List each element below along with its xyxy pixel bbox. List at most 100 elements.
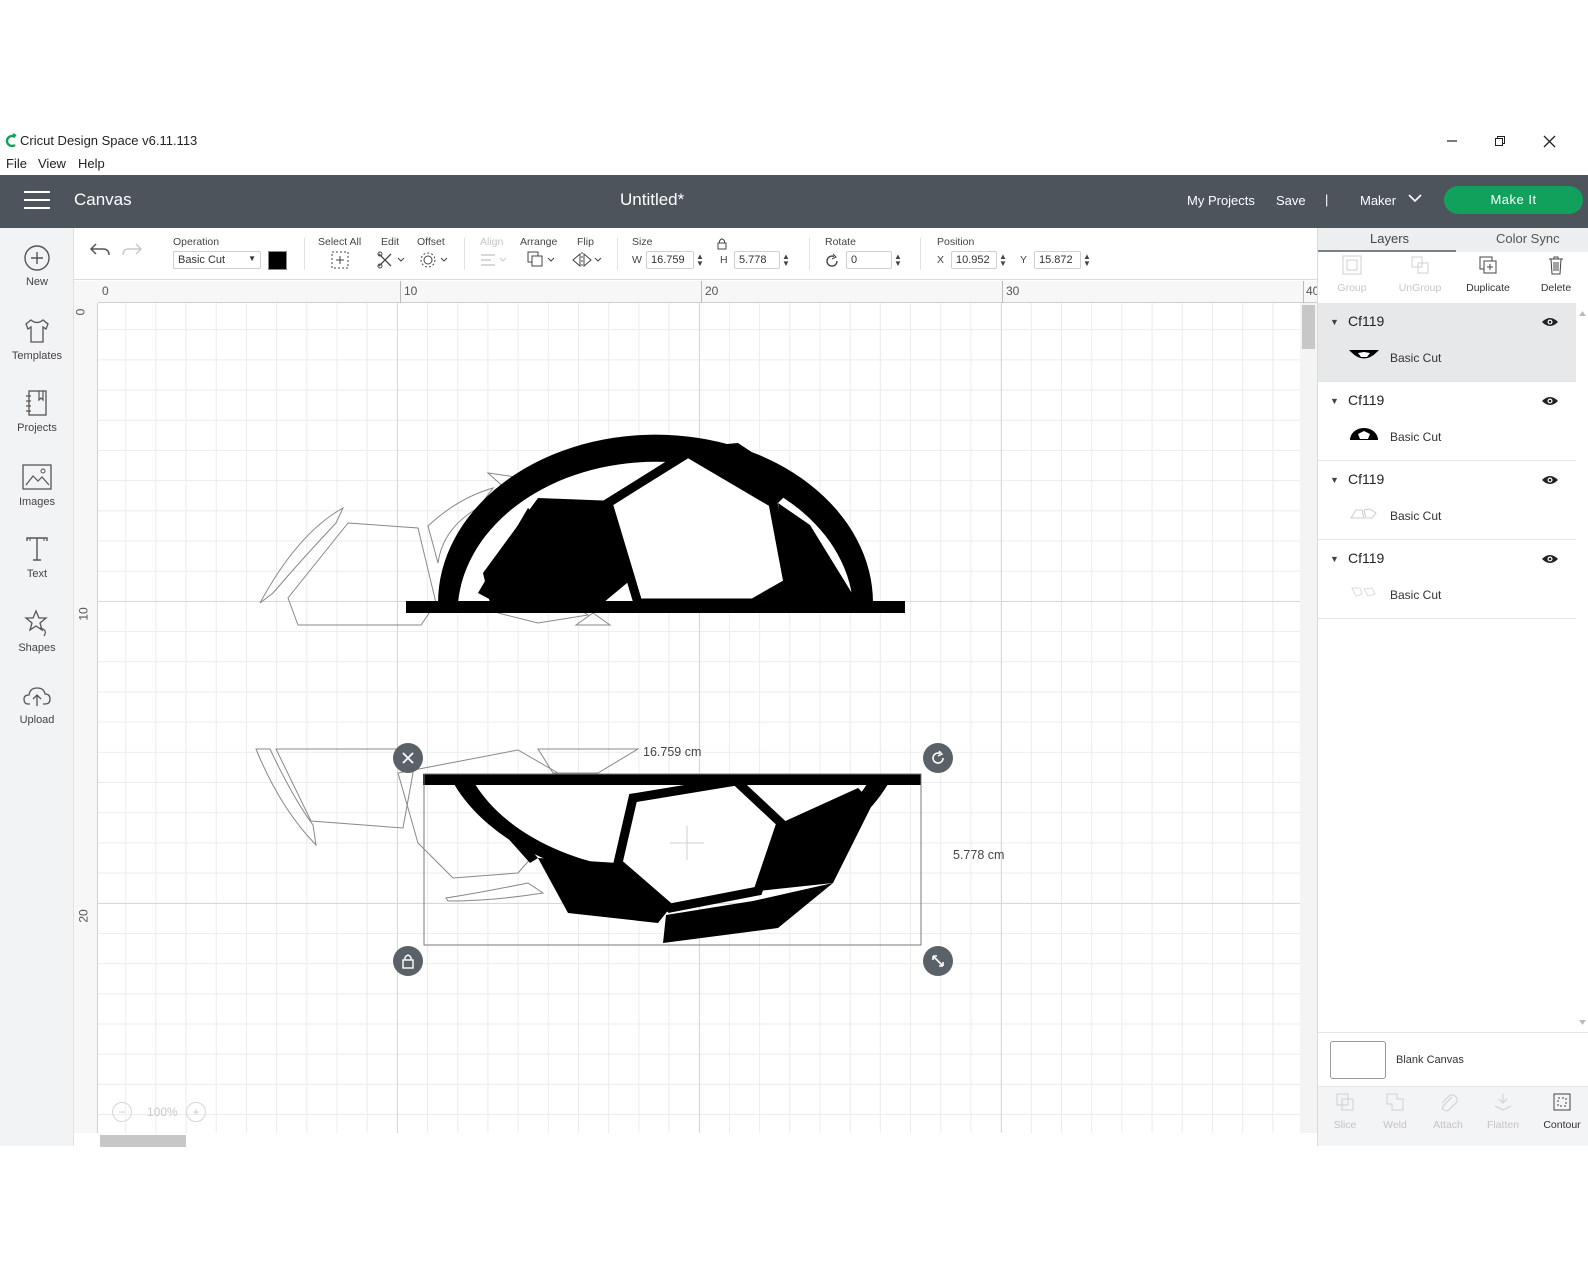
ruler-tick-label: 20 — [705, 284, 719, 298]
machine-selector[interactable]: Maker — [1360, 193, 1396, 208]
make-it-button[interactable]: Make It — [1444, 186, 1583, 214]
rotate-input[interactable]: 0 — [846, 251, 892, 269]
restore-window-button[interactable] — [1485, 130, 1515, 152]
zoom-out-button[interactable]: − — [112, 1102, 132, 1122]
attach-button: Attach — [1421, 1091, 1475, 1131]
flip-icon[interactable] — [571, 250, 603, 270]
menu-view[interactable]: View — [38, 156, 66, 171]
x-stepper[interactable]: ▲ ▼ — [999, 253, 1007, 268]
layer-row[interactable]: ▼ Cf119 Basic Cut — [1318, 382, 1576, 461]
notebook-icon — [26, 390, 47, 416]
design-canvas[interactable]: 16.759 cm 5.778 cm — [98, 303, 1300, 1133]
ruler-tick-label: 10 — [76, 607, 91, 621]
menu-file[interactable]: File — [6, 156, 27, 171]
nav-projects[interactable]: Projects — [0, 388, 74, 434]
group-icon — [1342, 255, 1362, 275]
visibility-eye-icon[interactable] — [1541, 395, 1559, 407]
toolbar-divider — [464, 238, 465, 270]
width-input[interactable]: 16.759 — [646, 251, 694, 269]
ruler-tick-label: 0 — [73, 308, 88, 316]
layer-row[interactable]: ▼ Cf119 Basic Cut — [1318, 540, 1576, 619]
minimize-icon — [1447, 140, 1457, 142]
hamburger-menu-icon[interactable] — [24, 191, 50, 211]
rotate-handle[interactable] — [923, 743, 953, 773]
menu-help[interactable]: Help — [78, 156, 105, 171]
y-position-input[interactable]: 15.872 — [1034, 251, 1081, 269]
soccer-ball-top-half — [406, 434, 905, 613]
flip-label: Flip — [577, 236, 594, 248]
menu-bar: File View Help — [0, 154, 600, 174]
undo-icon[interactable] — [88, 240, 112, 260]
offset-icon[interactable] — [419, 250, 449, 270]
canvas-vertical-scrollbar[interactable] — [1300, 303, 1317, 1133]
ungroup-icon — [1411, 256, 1429, 274]
expand-caret-icon[interactable]: ▼ — [1330, 475, 1339, 485]
resize-handle[interactable] — [923, 946, 953, 976]
height-input[interactable]: 5.778 — [734, 251, 780, 269]
height-stepper[interactable]: ▲ ▼ — [782, 253, 790, 268]
design-artwork[interactable] — [98, 303, 1300, 1133]
chevron-down-icon[interactable] — [1408, 193, 1422, 203]
expand-caret-icon[interactable]: ▼ — [1330, 554, 1339, 564]
plus-circle-icon — [24, 245, 50, 271]
delete-handle[interactable] — [393, 743, 423, 773]
ruler-tick-label: 30 — [1006, 284, 1020, 298]
contour-button[interactable]: Contour — [1535, 1091, 1588, 1131]
contour-icon — [1553, 1093, 1571, 1111]
nav-shapes[interactable]: Shapes — [0, 608, 74, 654]
canvas-color-swatch[interactable] — [1330, 1041, 1386, 1079]
operation-color-swatch[interactable] — [268, 251, 287, 270]
image-icon — [22, 464, 52, 490]
lock-icon — [402, 954, 414, 969]
toolbar-divider — [617, 238, 618, 270]
align-icon — [481, 254, 507, 266]
nav-upload[interactable]: Upload — [0, 682, 74, 726]
canvas-horizontal-scrollbar[interactable] — [100, 1135, 186, 1147]
app-title: Cricut Design Space v6.11.113 — [20, 133, 198, 148]
layer-name: Cf119 — [1348, 313, 1385, 329]
expand-caret-icon[interactable]: ▼ — [1330, 317, 1339, 327]
visibility-eye-icon[interactable] — [1541, 553, 1559, 565]
nav-new[interactable]: New — [0, 244, 74, 288]
delete-button[interactable]: Delete — [1522, 254, 1588, 294]
duplicate-button[interactable]: Duplicate — [1454, 254, 1522, 294]
x-label: X — [937, 254, 945, 266]
lock-ratio-icon[interactable] — [716, 237, 728, 250]
panel-bottom-tools: Slice Weld Attach Flatten Contour — [1318, 1086, 1588, 1146]
arrange-icon[interactable] — [526, 250, 556, 270]
rotate-handle-icon — [932, 750, 944, 764]
y-stepper[interactable]: ▲ ▼ — [1083, 253, 1091, 268]
group-label: Group — [1337, 282, 1367, 294]
layer-operation: Basic Cut — [1390, 351, 1442, 365]
my-projects-link[interactable]: My Projects — [1187, 193, 1255, 208]
tab-color-sync[interactable]: Color Sync — [1496, 231, 1560, 246]
width-stepper[interactable]: ▲ ▼ — [696, 253, 704, 268]
visibility-eye-icon[interactable] — [1541, 316, 1559, 328]
x-position-input[interactable]: 10.952 — [951, 251, 997, 269]
nav-text[interactable]: Text — [0, 534, 74, 580]
expand-caret-icon[interactable]: ▼ — [1330, 396, 1339, 406]
layer-row[interactable]: ▼ Cf119 Basic Cut — [1318, 461, 1576, 540]
layer-row[interactable]: ▼ Cf119 Basic Cut — [1318, 303, 1576, 382]
left-sidebar: New Templates Projects Images Text Shape… — [0, 228, 74, 1146]
blank-canvas-row[interactable]: Blank Canvas — [1318, 1032, 1588, 1086]
lock-handle[interactable] — [393, 946, 423, 976]
active-tab-indicator — [1318, 250, 1456, 252]
visibility-eye-icon[interactable] — [1541, 474, 1559, 486]
tab-layers[interactable]: Layers — [1370, 231, 1409, 246]
scroll-thumb[interactable] — [1302, 305, 1315, 349]
zoom-in-button[interactable]: + — [186, 1102, 206, 1122]
save-link[interactable]: Save — [1276, 193, 1306, 208]
operation-select[interactable]: Basic Cut ▼ — [173, 251, 261, 269]
nav-templates-label: Templates — [11, 350, 63, 362]
panel-scrollbar[interactable] — [1576, 308, 1588, 1028]
redo-icon[interactable] — [120, 240, 144, 260]
nav-images[interactable]: Images — [0, 462, 74, 508]
edit-scissors-icon[interactable] — [376, 250, 406, 270]
select-all-icon[interactable] — [330, 250, 350, 270]
minimize-window-button[interactable] — [1437, 130, 1467, 152]
width-dimension-label: 16.759 cm — [643, 745, 702, 759]
rotate-stepper[interactable]: ▲ ▼ — [894, 253, 902, 268]
nav-templates[interactable]: Templates — [0, 316, 74, 362]
close-window-button[interactable] — [1534, 130, 1564, 152]
